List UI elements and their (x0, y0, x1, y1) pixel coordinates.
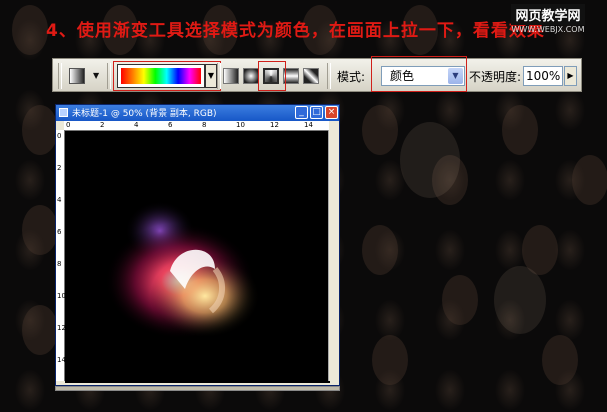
highlight-mode-select (371, 56, 467, 92)
ruler-number: 4 (57, 196, 62, 204)
image-canvas[interactable] (65, 131, 330, 383)
radial-gradient-icon[interactable] (243, 68, 259, 84)
highlight-gradient-picker (113, 61, 221, 91)
minimize-button[interactable]: _ (295, 106, 308, 119)
ruler-number: 8 (57, 260, 62, 268)
opacity-input[interactable]: 100% (523, 66, 563, 86)
opacity-label: 不透明度: (469, 70, 522, 84)
document-title: 未标题-1 @ 50% (背景 副本, RGB) (72, 109, 217, 119)
mode-label: 模式: (337, 70, 366, 84)
ruler-number: 0 (57, 132, 62, 140)
ruler-number: 10 (236, 121, 245, 129)
close-button[interactable]: × (325, 106, 338, 119)
ruler-number: 2 (57, 164, 62, 172)
gradient-glow-artwork (105, 201, 260, 339)
opacity-slider-arrow-icon[interactable]: ▶ (564, 66, 577, 86)
ruler-number: 6 (168, 121, 173, 129)
toolbar-divider (107, 63, 111, 89)
document-titlebar[interactable]: 未标题-1 @ 50% (背景 副本, RGB) _ □ × (56, 105, 339, 121)
document-icon (59, 108, 68, 117)
ruler-number: 6 (57, 228, 62, 236)
ruler-number: 14 (304, 121, 313, 129)
ruler-number: 2 (100, 121, 105, 129)
toolbar-divider (327, 63, 331, 89)
diamond-gradient-icon[interactable] (303, 68, 319, 84)
document-window: 未标题-1 @ 50% (背景 副本, RGB) _ □ × 0 2 4 6 8… (55, 104, 340, 386)
toolbar-grip[interactable] (58, 63, 62, 89)
vertical-scrollbar[interactable] (328, 130, 339, 381)
step-caption: 4、使用渐变工具选择模式为颜色，在画面上拉一下，看看效果 (46, 21, 545, 41)
gradient-tool-icon[interactable] (69, 68, 85, 84)
vertical-ruler[interactable]: 0 2 4 6 8 10 12 14 (56, 130, 66, 381)
toolbar-divider (217, 63, 221, 89)
horizontal-ruler[interactable]: 0 2 4 6 8 10 12 14 (64, 121, 329, 131)
watermark-url: WWW.WEBJX.COM (511, 25, 585, 34)
maximize-button[interactable]: □ (310, 106, 323, 119)
ruler-number: 8 (202, 121, 207, 129)
ruler-number: 0 (66, 121, 71, 129)
gradient-options-bar: ▼ ▼ 模式: 颜色 ▼ 不透明度: 100% ▶ (52, 56, 582, 92)
ruler-number: 12 (270, 121, 279, 129)
tool-preset-dropdown-icon[interactable]: ▼ (93, 71, 99, 80)
highlight-angle-gradient (258, 61, 286, 91)
site-watermark: 网页教学网 WWW.WEBJX.COM (494, 4, 602, 34)
document-status-strip (55, 386, 340, 391)
linear-gradient-icon[interactable] (223, 68, 239, 84)
ruler-number: 4 (134, 121, 139, 129)
watermark-title: 网页教学网 (511, 4, 585, 25)
